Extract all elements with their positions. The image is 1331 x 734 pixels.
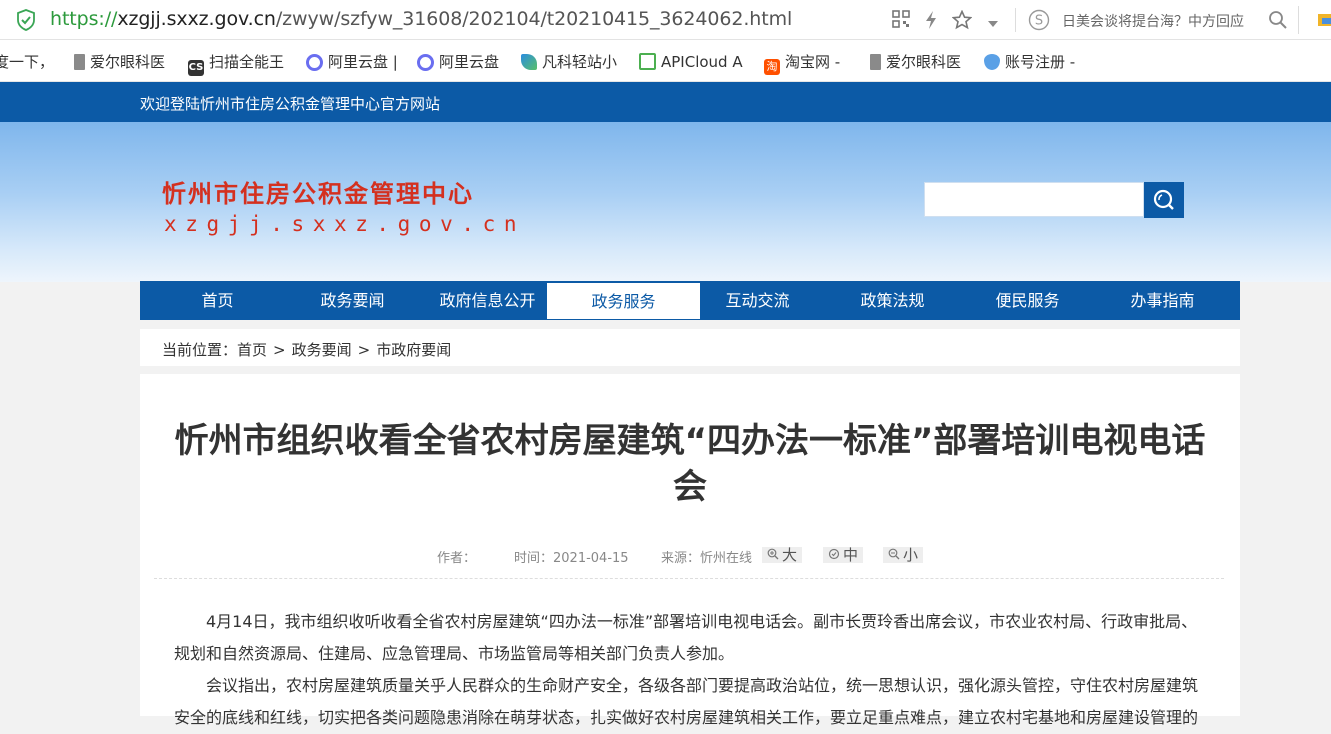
nav-item-info-disclosure[interactable]: 政府信息公开 (420, 281, 555, 320)
breadcrumb-link[interactable]: 首页 (237, 341, 267, 359)
qr-code-icon[interactable] (892, 10, 910, 32)
breadcrumb: 当前位置：首页 > 政务要闻 > 市政府要闻 (140, 329, 1240, 366)
breadcrumb-link[interactable]: 市政府要闻 (376, 341, 451, 359)
cloud-icon (306, 54, 323, 71)
cs-icon: CS (188, 60, 204, 76)
font-large-button[interactable]: 大 (762, 546, 803, 564)
bookmark-item[interactable]: 度一下， (0, 52, 54, 72)
article-author: 作者： (437, 551, 477, 566)
bookmark-item[interactable]: 爱尔眼科医 (870, 52, 961, 72)
welcome-bar: 欢迎登陆忻州市住房公积金管理中心官方网站 (0, 82, 1331, 122)
zoom-out-icon (888, 548, 900, 560)
bookmark-label: 账号注册 - (1005, 53, 1076, 71)
nav-item-home[interactable]: 首页 (150, 281, 285, 320)
url-scheme: https:// (50, 8, 118, 30)
url-path: /zwyw/szfyw_31608/202104/t20210415_36240… (275, 8, 793, 30)
search-icon[interactable] (1268, 10, 1288, 34)
nav-item-policies[interactable]: 政策法规 (825, 281, 960, 320)
apicloud-icon (639, 53, 656, 70)
news-ticker[interactable]: 日美会谈将提台海？中方回应 (1062, 11, 1244, 31)
site-search-input[interactable] (924, 182, 1144, 217)
lightning-icon[interactable] (924, 10, 938, 34)
star-icon[interactable] (951, 9, 973, 34)
site-logo-domain: xzgjj.sxxz.gov.cn (164, 212, 526, 236)
article-paragraph: 4月14日，我市组织收听收看全省农村房屋建筑“四办法一标准”部署培训电视电话会。… (174, 612, 1198, 663)
bookmark-label: 爱尔眼科医 (90, 53, 166, 71)
bookmark-item[interactable]: 爱尔眼科医 (74, 52, 165, 72)
toolbar-divider (1015, 8, 1016, 32)
bookmarks-bar: 度一下， 爱尔眼科医 CS 扫描全能王 阿里云盘 | 阿里云盘 凡科轻站小 API… (0, 40, 1331, 82)
font-small-button[interactable]: 小 (883, 546, 924, 564)
sogou-s-icon[interactable]: S (1028, 9, 1050, 35)
article-time: 时间：2021-04-15 (514, 551, 629, 566)
welcome-text: 欢迎登陆忻州市住房公积金管理中心官方网站 (140, 95, 441, 113)
font-large-label: 大 (782, 546, 798, 564)
font-medium-button[interactable]: 中 (823, 546, 864, 564)
bookmark-item[interactable]: 凡科轻站小 (521, 52, 617, 72)
nav-item-guide[interactable]: 办事指南 (1095, 281, 1230, 320)
nav-item-news[interactable]: 政务要闻 (285, 281, 420, 320)
bookmark-item[interactable]: 淘淘宝网 - (764, 52, 841, 75)
breadcrumb-link[interactable]: 政务要闻 (292, 341, 352, 359)
cloud-icon (417, 54, 434, 71)
svg-text:S: S (1035, 14, 1043, 29)
bookmark-label: 度一下， (0, 53, 55, 71)
doc-icon (870, 54, 881, 70)
drop-icon (984, 54, 1000, 70)
site-search-button[interactable] (1144, 182, 1184, 218)
font-small-label: 小 (903, 546, 919, 564)
address-bar[interactable]: https://xzgjj.sxxz.gov.cn/zwyw/szfyw_316… (0, 0, 1331, 40)
font-medium-label: 中 (843, 546, 859, 564)
extension-icon[interactable] (1316, 8, 1331, 32)
breadcrumb-prefix: 当前位置： (162, 341, 238, 359)
leaf-icon (521, 54, 537, 70)
breadcrumb-separator: > (357, 341, 371, 359)
article-body: 4月14日，我市组织收听收看全省农村房屋建筑“四办法一标准”部署培训电视电话会。… (174, 606, 1209, 734)
article-meta: 作者： 时间：2021-04-15 来源：忻州在线 大 中 小 (140, 545, 1240, 566)
site-logo-title[interactable]: 忻州市住房公积金管理中心 (162, 174, 474, 209)
bookmark-label: 凡科轻站小 (542, 53, 618, 71)
article-title: 忻州市组织收看全省农村房屋建筑“四办法一标准”部署培训电视电话会 (174, 421, 1206, 507)
secure-shield-icon (16, 9, 36, 35)
url-host: xzgjj.sxxz.gov.cn (117, 8, 276, 30)
bookmark-item[interactable]: 阿里云盘 | (306, 52, 398, 72)
article-source: 来源：忻州在线 (661, 551, 753, 566)
article-panel: 忻州市组织收看全省农村房屋建筑“四办法一标准”部署培训电视电话会 作者： 时间：… (140, 374, 1240, 727)
bookmark-label: 爱尔眼科医 (886, 53, 962, 71)
main-nav: 首页 政务要闻 政府信息公开 政务服务 互动交流 政策法规 便民服务 办事指南 (140, 281, 1240, 320)
bookmark-label: 淘宝网 - (785, 53, 841, 71)
meta-divider (154, 578, 1224, 579)
nav-item-services[interactable]: 政务服务 (547, 283, 700, 319)
bookmark-item[interactable]: APICloud A (639, 52, 743, 72)
search-icon (1153, 189, 1174, 210)
chevron-down-icon[interactable] (987, 14, 999, 33)
article-paragraph: 会议指出，农村房屋建筑质量关乎人民群众的生命财产安全，各级各部门要提高政治站位，… (174, 676, 1199, 727)
site-header: 忻州市住房公积金管理中心 xzgjj.sxxz.gov.cn (0, 122, 1331, 282)
doc-icon (74, 54, 85, 70)
reset-icon (828, 548, 840, 560)
bookmark-label: 阿里云盘 | (328, 53, 398, 71)
bookmark-item[interactable]: 账号注册 - (984, 52, 1075, 72)
toolbar-divider (1298, 6, 1299, 34)
bookmark-item[interactable]: 阿里云盘 (417, 52, 499, 72)
breadcrumb-separator: > (273, 341, 286, 359)
bookmark-label: 扫描全能王 (209, 53, 285, 71)
bookmark-label: 阿里云盘 (439, 53, 500, 71)
taobao-icon: 淘 (764, 59, 780, 75)
zoom-in-icon (767, 548, 779, 560)
nav-item-public-services[interactable]: 便民服务 (960, 281, 1095, 320)
nav-item-interaction[interactable]: 互动交流 (690, 281, 825, 320)
url-text[interactable]: https://xzgjj.sxxz.gov.cn/zwyw/szfyw_316… (50, 8, 792, 30)
bookmark-label: APICloud A (661, 53, 743, 71)
bookmark-item[interactable]: CS 扫描全能王 (188, 52, 285, 76)
